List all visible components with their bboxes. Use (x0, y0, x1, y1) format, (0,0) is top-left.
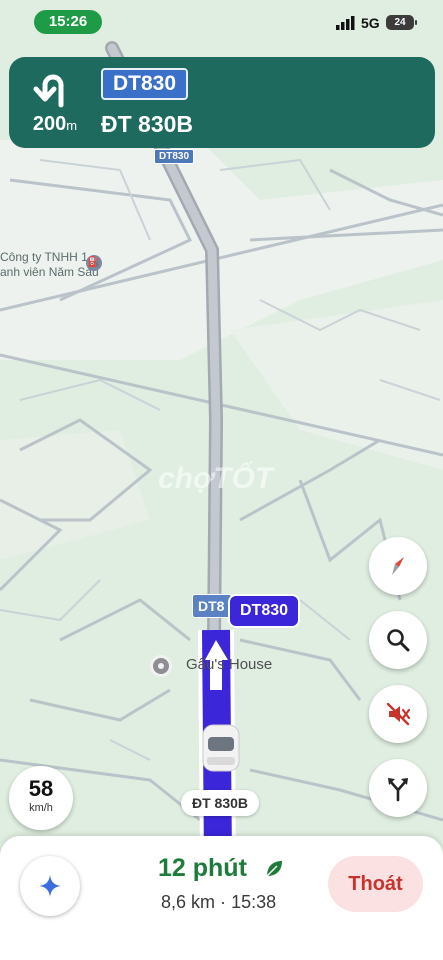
road-name: ĐT 830B (101, 111, 194, 137)
speed-unit: km/h (29, 802, 53, 814)
u-turn-left-icon (33, 74, 64, 108)
search-icon (387, 629, 410, 652)
turn-instruction-card[interactable]: 200m DT830 ĐT 830B (9, 57, 435, 148)
compass-icon (392, 557, 404, 575)
trip-details: 8,6 km · 15:38 (161, 892, 276, 913)
arrival-time: 15:38 (231, 892, 277, 912)
signal-icon (336, 16, 355, 30)
network-label: 5G (361, 15, 380, 31)
map-road-shield: DT830 (154, 149, 195, 164)
poi-pin-icon[interactable] (150, 655, 172, 677)
route-road-shield: DT8 (192, 594, 232, 618)
map-place-label-line1: Công ty TNHH 1 (0, 250, 88, 264)
exit-navigation-button[interactable]: Thoát (328, 856, 423, 912)
battery-tip (415, 20, 417, 25)
alternate-routes-button[interactable] (369, 759, 427, 817)
trip-separator: · (220, 892, 227, 912)
road-shield: DT830 (101, 68, 189, 100)
status-bar: 15:26 5G 24 (0, 0, 443, 44)
assistant-button[interactable] (20, 856, 80, 916)
search-button[interactable] (369, 611, 427, 669)
speedometer: 58 km/h (9, 766, 73, 830)
poi-label[interactable]: Gấu's House (186, 656, 272, 673)
sparkle-icon (39, 875, 61, 897)
status-time: 15:26 (34, 10, 102, 34)
map-place-label-line2: anh viên Năm Sáu (0, 265, 99, 279)
mute-button[interactable] (369, 685, 427, 743)
turn-distance: 200m (23, 113, 87, 136)
turn-distance-unit: m (66, 118, 78, 133)
fork-icon (388, 778, 408, 802)
fuel-station-icon[interactable]: ⛽ (86, 255, 102, 271)
trip-distance: 8,6 km (161, 892, 216, 912)
eco-leaf-icon (266, 861, 282, 877)
watermark: chợTỐT (158, 462, 274, 495)
eta-duration: 12 phút (158, 854, 247, 882)
current-street-label: ĐT 830B (181, 790, 260, 816)
speed-value: 58 (28, 776, 54, 801)
battery-icon: 24 (386, 15, 414, 30)
mute-icon (386, 702, 411, 726)
route-callout[interactable]: DT830 (228, 594, 301, 628)
compass-button[interactable] (369, 537, 427, 595)
trip-summary-sheet[interactable]: 12 phút 8,6 km · 15:38 Thoát (0, 836, 443, 960)
turn-distance-value: 200 (32, 113, 67, 135)
